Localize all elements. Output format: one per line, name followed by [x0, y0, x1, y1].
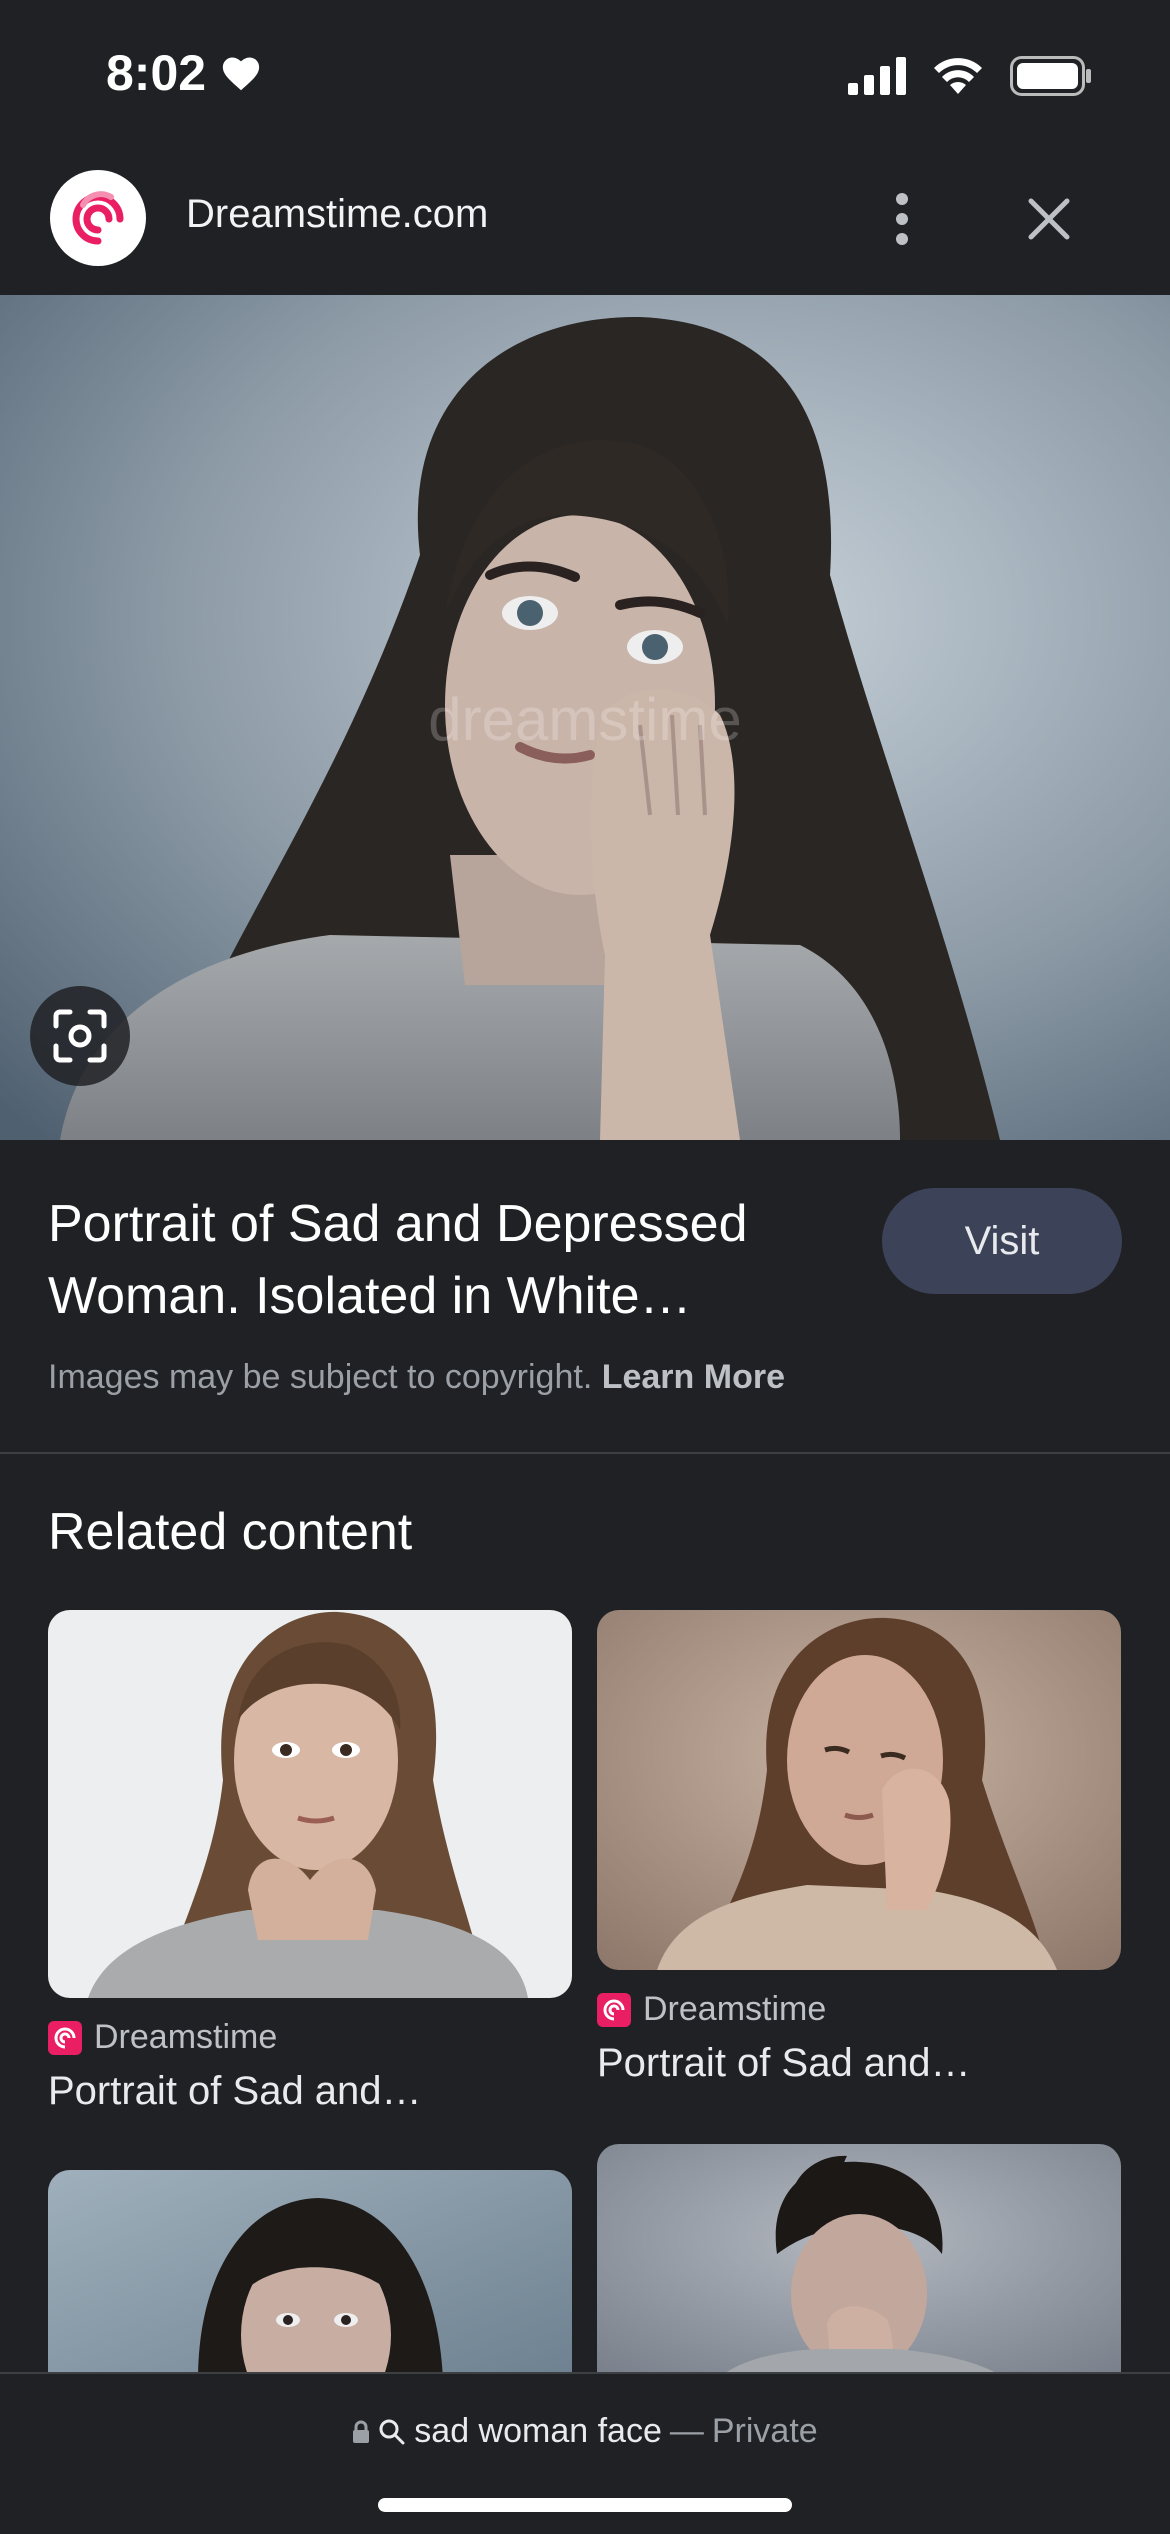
main-image[interactable]: dreamstime	[0, 295, 1170, 1140]
related-content-heading: Related content	[48, 1503, 413, 1561]
close-button[interactable]	[1014, 184, 1084, 254]
heart-icon	[222, 57, 260, 91]
copyright-notice: Images may be subject to copyright. Lear…	[48, 1358, 785, 1397]
card-title[interactable]: Portrait of Sad and…	[597, 2041, 1121, 2086]
close-icon	[1028, 198, 1070, 240]
svg-text:dreamstime: dreamstime	[428, 686, 741, 753]
bottom-bar: sad woman face — Private	[0, 2372, 1170, 2534]
search-icon	[379, 2419, 405, 2444]
card-source-label: Dreamstime	[94, 2018, 278, 2056]
site-header: Dreamstime.com	[0, 150, 1170, 297]
more-options-button[interactable]	[872, 184, 932, 254]
result-title[interactable]: Portrait of Sad and Depressed Woman. Iso…	[48, 1188, 848, 1332]
site-name[interactable]: Dreamstime.com	[186, 192, 488, 237]
card-source: Dreamstime	[48, 2018, 572, 2057]
home-indicator[interactable]	[378, 2498, 792, 2512]
clock-text: 8:02	[106, 45, 207, 101]
related-image[interactable]	[597, 1610, 1121, 1970]
related-card[interactable]: Dreamstime Portrait of Sad and…	[48, 1610, 572, 2114]
copyright-text: Images may be subject to copyright.	[48, 1358, 593, 1396]
lens-icon	[53, 1009, 107, 1063]
card-title[interactable]: Portrait of Sad and…	[48, 2069, 572, 2114]
portrait-photo: dreamstime	[0, 295, 1170, 1140]
lens-search-button[interactable]	[30, 986, 130, 1086]
visit-button[interactable]: Visit	[882, 1188, 1122, 1294]
search-query-text: sad woman face	[414, 2412, 662, 2450]
dreamstime-mini-logo-icon	[48, 2020, 82, 2055]
more-vert-icon	[896, 193, 908, 245]
status-icons	[848, 56, 1092, 96]
related-card[interactable]	[48, 2170, 572, 2380]
related-image[interactable]	[597, 2144, 1121, 2380]
related-card[interactable]	[597, 2144, 1121, 2380]
dreamstime-logo-icon	[50, 170, 146, 266]
separator: —	[669, 2412, 704, 2450]
status-time: 8:02	[106, 44, 262, 102]
divider	[0, 1452, 1170, 1454]
card-source: Dreamstime	[597, 1990, 1121, 2029]
card-source-label: Dreamstime	[643, 1990, 827, 2028]
private-label: Private	[711, 2412, 818, 2450]
status-bar: 8:02	[0, 0, 1170, 150]
cellular-signal-icon	[848, 57, 906, 95]
learn-more-link[interactable]: Learn More	[602, 1358, 785, 1396]
wifi-icon	[934, 58, 982, 94]
related-image[interactable]	[48, 2170, 572, 2380]
related-image[interactable]	[48, 1610, 572, 1998]
search-query-pill[interactable]: sad woman face — Private	[0, 2412, 1170, 2451]
related-card[interactable]: Dreamstime Portrait of Sad and…	[597, 1610, 1121, 2086]
lock-icon	[353, 2420, 370, 2443]
dreamstime-mini-logo-icon	[597, 1992, 631, 2027]
battery-icon	[1010, 56, 1091, 96]
